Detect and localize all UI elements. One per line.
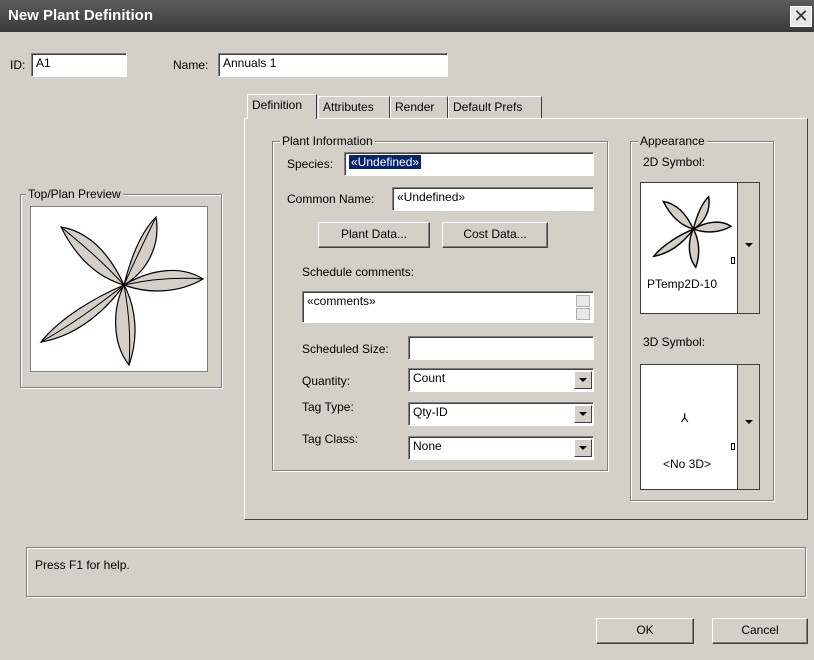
symbol-2d-picker[interactable]: PTemp2D-10 bbox=[640, 182, 760, 314]
symbol-2d-dropdown-button[interactable] bbox=[737, 183, 759, 313]
comments-value: «comments» bbox=[307, 294, 376, 308]
chevron-down-icon bbox=[579, 446, 587, 450]
symbol-3d-picker[interactable]: ⅄ <No 3D> bbox=[640, 364, 760, 490]
quantity-dropdown-button[interactable] bbox=[574, 371, 592, 389]
appearance-title: Appearance bbox=[638, 134, 707, 148]
chevron-down-icon bbox=[744, 420, 753, 424]
cost-data-button-label: Cost Data... bbox=[463, 227, 527, 241]
scheduled-size-input[interactable] bbox=[408, 336, 594, 360]
symbol-3d-dropdown-button[interactable] bbox=[737, 365, 759, 489]
quantity-value: Count bbox=[413, 371, 446, 385]
id-input[interactable]: A1 bbox=[31, 53, 127, 77]
plant-preview bbox=[30, 206, 208, 372]
symbol-3d-name: <No 3D> bbox=[663, 457, 712, 471]
species-label: Species: bbox=[287, 157, 334, 171]
tag-class-dropdown-button[interactable] bbox=[574, 439, 592, 457]
species-value: «Undefined» bbox=[349, 155, 422, 169]
symbol-2d-label: 2D Symbol: bbox=[643, 155, 706, 169]
common-name-label: Common Name: bbox=[287, 192, 375, 206]
comments-textarea[interactable]: «comments» bbox=[302, 291, 594, 323]
scroll-up-button[interactable] bbox=[576, 295, 590, 307]
window-title: New Plant Definition bbox=[8, 7, 154, 24]
name-input[interactable]: Annuals 1 bbox=[218, 53, 448, 77]
tab-default-prefs[interactable]: Default Prefs bbox=[448, 96, 542, 118]
cost-data-button[interactable]: Cost Data... bbox=[442, 222, 548, 248]
schedule-comments-label: Schedule comments: bbox=[302, 265, 415, 279]
common-name-input[interactable]: «Undefined» bbox=[392, 187, 594, 211]
id-label: ID: bbox=[10, 58, 26, 72]
plant-info-title: Plant Information bbox=[280, 134, 375, 148]
symbol-2d-name: PTemp2D-10 bbox=[647, 277, 718, 291]
tag-class-select[interactable]: None bbox=[408, 436, 594, 460]
scheduled-size-label: Scheduled Size: bbox=[302, 342, 389, 356]
tag-type-dropdown-button[interactable] bbox=[574, 405, 592, 423]
tag-type-select[interactable]: Qty-ID bbox=[408, 402, 594, 426]
help-status-box: Press F1 for help. bbox=[26, 547, 806, 597]
tag-class-value: None bbox=[413, 439, 442, 453]
symbol-3d-label: 3D Symbol: bbox=[643, 335, 706, 349]
quantity-select[interactable]: Count bbox=[408, 368, 594, 392]
tab-render[interactable]: Render bbox=[390, 96, 448, 118]
tag-type-value: Qty-ID bbox=[413, 405, 448, 419]
tab-attributes[interactable]: Attributes bbox=[318, 96, 390, 118]
quantity-label: Quantity: bbox=[302, 374, 351, 388]
plant-data-button-label: Plant Data... bbox=[340, 227, 408, 241]
plant-preview-drawing bbox=[39, 215, 205, 367]
title-bar: New Plant Definition ✕ bbox=[0, 0, 814, 32]
tag-type-label: Tag Type: bbox=[302, 400, 354, 414]
cancel-button[interactable]: Cancel bbox=[712, 618, 808, 644]
name-label: Name: bbox=[173, 58, 209, 72]
axis-icon: ⅄ bbox=[681, 411, 689, 425]
help-status-text: Press F1 for help. bbox=[35, 558, 130, 572]
scroll-down-button[interactable] bbox=[576, 308, 590, 320]
symbol-2d-thumbnail bbox=[652, 195, 733, 269]
symbol-2d-marker-icon bbox=[731, 257, 735, 264]
plant-data-button[interactable]: Plant Data... bbox=[318, 222, 430, 248]
chevron-down-icon bbox=[744, 243, 753, 247]
cancel-button-label: Cancel bbox=[741, 623, 779, 637]
chevron-down-icon bbox=[579, 378, 587, 382]
tag-class-label: Tag Class: bbox=[302, 432, 359, 446]
tab-definition[interactable]: Definition bbox=[247, 94, 317, 119]
symbol-3d-marker-icon bbox=[731, 443, 735, 450]
preview-group-title: Top/Plan Preview bbox=[26, 187, 123, 201]
close-button[interactable]: ✕ bbox=[790, 6, 812, 27]
species-input[interactable]: «Undefined» bbox=[344, 152, 594, 176]
chevron-down-icon bbox=[579, 412, 587, 416]
ok-button-label: OK bbox=[636, 623, 654, 637]
ok-button[interactable]: OK bbox=[596, 618, 694, 644]
